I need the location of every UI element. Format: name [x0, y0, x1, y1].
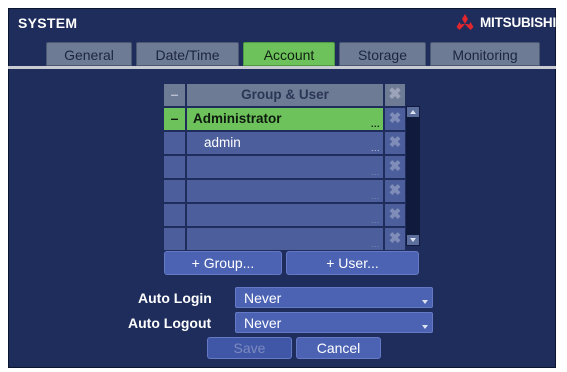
row-collapse-cell [164, 156, 185, 178]
table-row[interactable]: ... [187, 180, 383, 202]
row-collapse-cell [164, 132, 185, 154]
row-more-button[interactable]: ... [371, 216, 380, 225]
delete-x-icon[interactable]: ✖ [385, 132, 405, 154]
row-more-button[interactable]: ... [371, 168, 380, 177]
scroll-down-button[interactable] [407, 235, 419, 245]
table-row[interactable]: Administrator ... [187, 108, 383, 130]
table-row[interactable]: ... [187, 156, 383, 178]
arrow-up-icon [410, 110, 416, 114]
table-row[interactable]: admin ... [187, 132, 383, 154]
auto-logout-label: Auto Logout [128, 315, 212, 331]
chevron-down-icon [422, 300, 428, 304]
delete-x-icon[interactable]: ✖ [385, 204, 405, 226]
row-more-button[interactable]: ... [371, 120, 380, 129]
row-more-button[interactable]: ... [371, 144, 380, 153]
tab-storage[interactable]: Storage [339, 42, 426, 66]
delete-x-icon[interactable]: ✖ [385, 108, 405, 130]
tab-date-time[interactable]: Date/Time [136, 42, 239, 66]
table-scrollbar[interactable] [406, 106, 420, 246]
cancel-button[interactable]: Cancel [296, 337, 381, 359]
delete-x-icon[interactable]: ✖ [385, 156, 405, 178]
tab-divider [8, 66, 556, 69]
scroll-up-button[interactable] [407, 107, 419, 117]
auto-login-label: Auto Login [138, 290, 212, 306]
delete-x-icon[interactable]: ✖ [385, 228, 405, 250]
row-more-button[interactable]: ... [371, 240, 380, 249]
auto-login-value: Never [244, 290, 282, 306]
save-button[interactable]: Save [207, 337, 292, 359]
row-collapse-cell [164, 204, 185, 226]
row-label: Administrator [193, 111, 282, 126]
add-user-button[interactable]: + User... [286, 251, 419, 275]
tab-general[interactable]: General [46, 42, 132, 66]
delete-x-icon[interactable]: ✖ [385, 180, 405, 202]
group-user-header: Group & User [187, 84, 383, 106]
tab-bar: General Date/Time Account Storage Monito… [46, 42, 548, 66]
auto-logout-value: Never [244, 315, 282, 331]
brand-name: MITSUBISHI [480, 14, 557, 30]
table-row[interactable]: ... [187, 228, 383, 250]
table-row[interactable]: ... [187, 204, 383, 226]
tab-monitoring[interactable]: Monitoring [430, 42, 540, 66]
arrow-down-icon [410, 238, 416, 242]
row-more-button[interactable]: ... [371, 192, 380, 201]
auto-login-dropdown[interactable]: Never [235, 287, 433, 308]
row-label: admin [204, 135, 241, 150]
row-collapse-button[interactable]: – [164, 108, 185, 130]
window-title: SYSTEM [18, 15, 78, 31]
collapse-all-button[interactable]: – [164, 84, 185, 106]
auto-logout-dropdown[interactable]: Never [235, 312, 433, 333]
brand-logo: MITSUBISHI [454, 12, 556, 32]
row-collapse-cell [164, 228, 185, 250]
chevron-down-icon [422, 325, 428, 329]
row-collapse-cell [164, 180, 185, 202]
mitsubishi-diamonds-icon [456, 14, 474, 30]
tab-account[interactable]: Account [243, 42, 335, 66]
add-group-button[interactable]: + Group... [164, 251, 282, 275]
delete-header-icon: ✖ [385, 84, 405, 106]
